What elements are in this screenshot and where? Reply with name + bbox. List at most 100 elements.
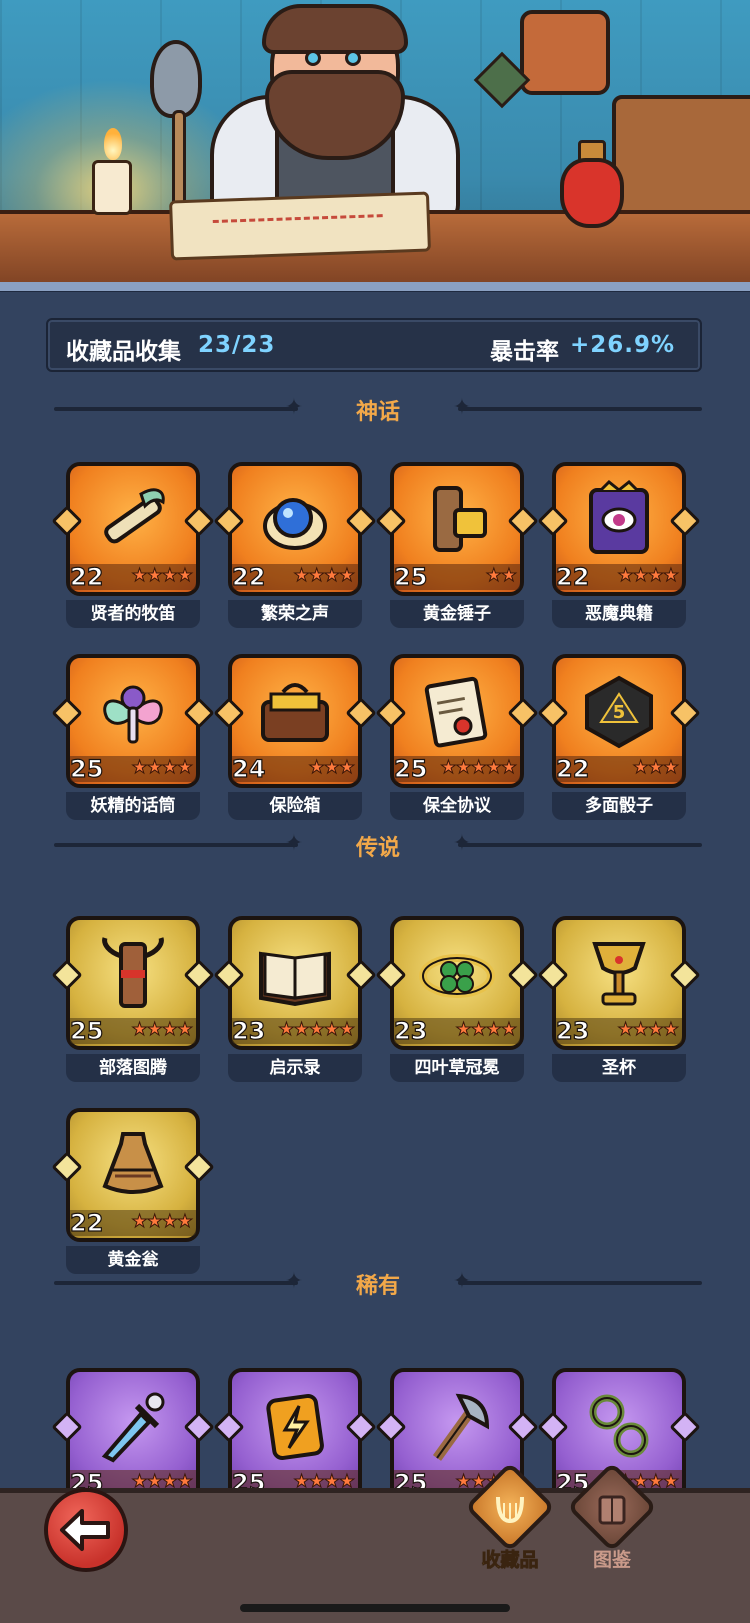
clover-crown-icon: [417, 934, 497, 1014]
conch-orb-icon: [255, 480, 335, 560]
tab-codex[interactable]: 图鉴: [564, 1461, 660, 1585]
golden-urn-icon: [93, 1126, 173, 1206]
item-name: 多面骰子: [552, 792, 686, 820]
collectible-card[interactable]: 24 ★★★ 保险箱: [213, 654, 377, 820]
item-stars: ★★★: [632, 757, 679, 778]
item-level: 22: [555, 562, 590, 591]
item-level: 22: [231, 562, 266, 591]
item-level: 22: [555, 754, 590, 783]
tab-collection[interactable]: 收藏品: [462, 1461, 558, 1585]
flute-icon: [93, 480, 173, 560]
treasure-chest-decoration: [612, 95, 750, 215]
item-stars: ★★★★: [617, 565, 680, 586]
item-name: 贤者的牧笛: [66, 600, 200, 628]
item-level: 25: [393, 562, 428, 591]
shovel-icon: [150, 40, 202, 118]
tab-codex-label: 图鉴: [592, 1549, 631, 1571]
item-stars: ★★★★: [455, 1019, 518, 1040]
section-header-legendary: ✦ 传说 ✦: [54, 828, 702, 861]
item-level: 23: [231, 1016, 266, 1045]
item-name: 保险箱: [228, 792, 362, 820]
section-header-mythic: ✦ 神话 ✦: [54, 392, 702, 425]
item-stars: ★★★★: [131, 1211, 194, 1232]
open-book-icon: [255, 934, 335, 1014]
dwarf-hair: [262, 4, 408, 54]
item-level: 25: [69, 754, 104, 783]
item-stars: ★★★★★: [440, 757, 518, 778]
item-stars: ★★★★: [293, 565, 356, 586]
collection-stats-bar: 收藏品收集 23/23 暴击率 +26.9%: [46, 318, 702, 372]
item-name: 四叶草冠冕: [390, 1054, 524, 1082]
book-icon: [598, 1495, 626, 1525]
d20-dice-icon: 5: [579, 672, 659, 752]
banner-rim: [0, 282, 750, 292]
item-level: 22: [69, 562, 104, 591]
item-name: 保全协议: [390, 792, 524, 820]
item-name: 黄金瓮: [66, 1246, 200, 1274]
treasure-map: [169, 191, 431, 261]
collectible-card[interactable]: 5 22 ★★★ 多面骰子: [537, 654, 701, 820]
demon-tome-icon: [579, 480, 659, 560]
collectible-card[interactable]: 25 ★★ 黄金锤子: [375, 462, 539, 628]
collectible-card[interactable]: 22 ★★★★ 贤者的牧笛: [51, 462, 215, 628]
red-potion-icon: [560, 158, 624, 228]
dwarf-eye-right: [345, 50, 361, 66]
collectible-card[interactable]: 23 ★★★★ 四叶草冠冕: [375, 916, 539, 1082]
item-stars: ★★★★: [131, 757, 194, 778]
fairy-microphone-icon: [93, 672, 173, 752]
item-name: 妖精的话筒: [66, 792, 200, 820]
tab-collection-label: 收藏品: [481, 1549, 539, 1572]
divider-right: [458, 1281, 702, 1285]
tribal-totem-icon: [93, 934, 173, 1014]
divider-right: [458, 843, 702, 847]
item-name: 黄金锤子: [390, 600, 524, 628]
svg-text:5: 5: [613, 702, 626, 723]
item-level: 22: [69, 1208, 104, 1237]
holy-grail-icon: [579, 934, 659, 1014]
battle-axe-icon: [417, 1386, 497, 1466]
back-button[interactable]: [44, 1488, 128, 1572]
collectible-card[interactable]: 25 ★★★★ 妖精的话筒: [51, 654, 215, 820]
collectible-card[interactable]: 25 ★★★★ 部落图腾: [51, 916, 215, 1082]
item-name: 恶魔典籍: [552, 600, 686, 628]
item-stars: ★★★★: [617, 1019, 680, 1040]
item-level: 23: [555, 1016, 590, 1045]
collectible-card[interactable]: 25 ★★★★★ 保全协议: [375, 654, 539, 820]
crit-rate-value: +26.9%: [570, 332, 676, 358]
item-name: 部落图腾: [66, 1054, 200, 1082]
item-name: 启示录: [228, 1054, 362, 1082]
divider-right: [458, 407, 702, 411]
item-level: 23: [393, 1016, 428, 1045]
collectible-card[interactable]: 22 ★★★★ 黄金瓮: [51, 1108, 215, 1274]
item-stars: ★★★: [308, 757, 355, 778]
collectible-card[interactable]: 22 ★★★★ 繁荣之声: [213, 462, 377, 628]
item-stars: ★★★★: [131, 1019, 194, 1040]
item-name: 繁荣之声: [228, 600, 362, 628]
thunder-rune-icon: [255, 1386, 335, 1466]
collection-label: 收藏品收集: [66, 339, 181, 365]
home-indicator[interactable]: [240, 1604, 510, 1612]
item-level: 25: [69, 1016, 104, 1045]
back-arrow-icon: [60, 1509, 110, 1551]
contract-scroll-icon: [417, 672, 497, 752]
flame-icon: [104, 128, 122, 160]
golden-hammer-icon: [417, 480, 497, 560]
collectible-card[interactable]: 22 ★★★★ 恶魔典籍: [537, 462, 701, 628]
tribal-mask-decoration: [520, 10, 610, 95]
item-stars: ★★★★★: [278, 1019, 356, 1040]
item-stars: ★★: [485, 565, 517, 586]
collectible-card[interactable]: 23 ★★★★ 圣杯: [537, 916, 701, 1082]
game-screen: 收藏品收集 23/23 暴击率 +26.9% ✦ 神话 ✦ ✦ 传说 ✦ ✦ 稀…: [0, 0, 750, 1623]
crit-rate-label: 暴击率: [490, 339, 559, 365]
thorn-vine-icon: [579, 1386, 659, 1466]
item-name: 圣杯: [552, 1054, 686, 1082]
shopkeeper-banner: [0, 0, 750, 292]
item-stars: ★★★★: [131, 565, 194, 586]
item-level: 24: [231, 754, 266, 783]
frost-dagger-icon: [93, 1386, 173, 1466]
candle-icon: [92, 160, 132, 215]
gold-chest-icon: [255, 672, 335, 752]
collection-count: 23/23: [198, 332, 276, 358]
dwarf-eye-left: [305, 50, 321, 66]
collectible-card[interactable]: 23 ★★★★★ 启示录: [213, 916, 377, 1082]
